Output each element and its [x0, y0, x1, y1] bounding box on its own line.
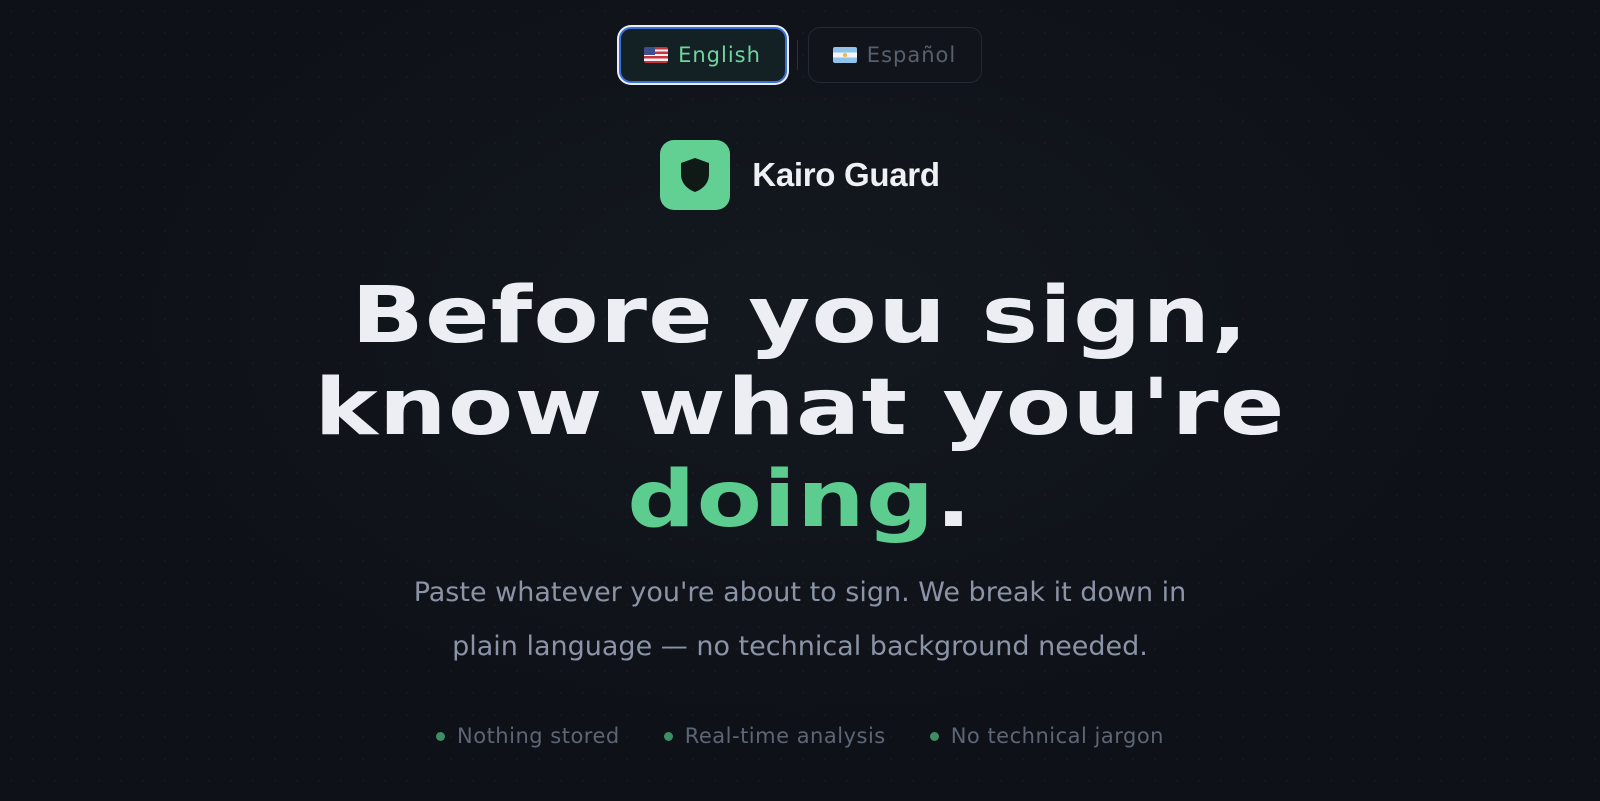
feature-item: No technical jargon: [929, 724, 1164, 748]
bullet-dot-icon: [663, 731, 673, 741]
hero-accent-word: doing: [627, 455, 936, 545]
feature-label: No technical jargon: [950, 724, 1164, 748]
brand-name: Kairo Guard: [752, 156, 940, 193]
feature-list: Nothing stored Real-time analysis No tec…: [0, 724, 1600, 748]
feature-item: Nothing stored: [436, 724, 620, 748]
hero-headline: Before you sign, know what you're doing.: [0, 270, 1600, 546]
argentina-flag-icon: [832, 47, 857, 63]
language-divider: [796, 40, 798, 70]
feature-item: Real-time analysis: [663, 724, 886, 748]
language-switcher: English Español: [0, 27, 1600, 83]
shield-icon: [681, 158, 710, 192]
bullet-dot-icon: [929, 731, 939, 741]
subtitle-line-1: Paste whatever you're about to sign. We …: [413, 577, 1187, 608]
hero-subtitle: Paste whatever you're about to sign. We …: [0, 566, 1600, 674]
hero-line-1: Before you sign,: [351, 271, 1249, 361]
brand-logo: [660, 140, 731, 210]
us-flag-icon: [644, 47, 669, 63]
subtitle-line-2: plain language — no technical background…: [452, 631, 1148, 662]
brand-header: Kairo Guard: [0, 140, 1600, 210]
feature-label: Real-time analysis: [684, 724, 886, 748]
feature-label: Nothing stored: [457, 724, 620, 748]
language-english-button[interactable]: English: [618, 27, 787, 83]
hero-line-3-end: .: [935, 455, 973, 545]
bullet-dot-icon: [436, 731, 446, 741]
hero-line-3: doing.: [0, 454, 1600, 546]
language-spanish-label: Español: [866, 43, 957, 67]
language-spanish-button[interactable]: Español: [807, 27, 982, 83]
language-english-label: English: [678, 43, 761, 67]
hero-line-2: know what you're: [314, 363, 1286, 453]
